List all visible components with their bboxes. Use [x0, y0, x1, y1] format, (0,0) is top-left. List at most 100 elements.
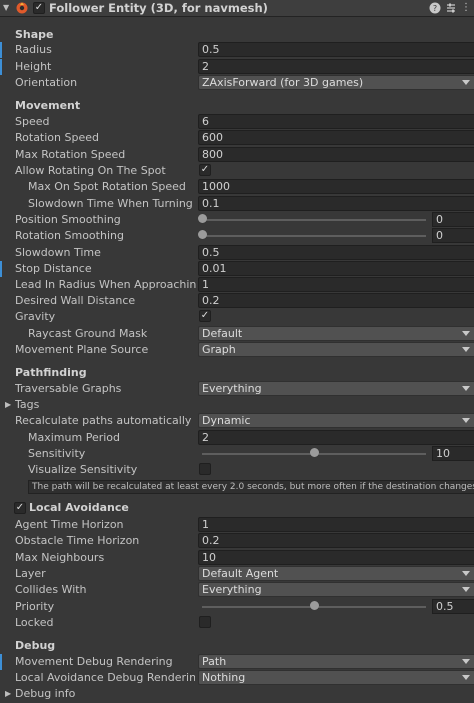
layer-label: Layer — [15, 567, 46, 580]
avoidance-enabled-checkbox[interactable]: ✓ — [14, 502, 26, 514]
rotation-smoothing-track[interactable] — [202, 235, 426, 237]
rotation-speed-field[interactable]: 600 — [198, 130, 474, 145]
layer-dropdown[interactable]: Default Agent — [198, 566, 474, 581]
fold-down-icon[interactable]: ▼ — [3, 3, 9, 12]
position-smoothing-track[interactable] — [202, 219, 426, 221]
position-smoothing-thumb[interactable] — [198, 214, 207, 223]
chevron-down-icon — [462, 587, 470, 592]
row-tags[interactable]: ▶ Tags — [0, 397, 474, 413]
max-rotation-speed-field[interactable]: 800 — [198, 147, 474, 162]
chevron-down-icon — [462, 675, 470, 680]
priority-field[interactable]: 0.5 — [432, 599, 474, 614]
row-stop-distance: Stop Distance 0.01 — [0, 261, 474, 277]
max-period-field[interactable]: 2 — [198, 430, 474, 445]
row-priority: Priority 0.5 — [0, 599, 474, 615]
row-layer: Layer Default Agent — [0, 566, 474, 582]
slowdown-turning-label: Slowdown Time When Turning On Sp — [28, 197, 196, 210]
sensitivity-field[interactable]: 10 — [432, 446, 474, 461]
chevron-down-icon — [462, 571, 470, 576]
speed-label: Speed — [15, 115, 50, 128]
lead-in-field[interactable]: 1 — [198, 277, 474, 292]
component-header[interactable]: ▼ ✓ Follower Entity (3D, for navmesh) ? … — [0, 0, 474, 17]
override-marker — [0, 654, 2, 670]
section-movement: Movement — [15, 99, 81, 112]
debug-info-label[interactable]: Debug info — [15, 687, 195, 700]
help-icon[interactable]: ? — [429, 2, 441, 14]
obstacle-horizon-field[interactable]: 0.2 — [198, 533, 474, 548]
preset-icon[interactable] — [445, 2, 457, 14]
desired-wall-field[interactable]: 0.2 — [198, 293, 474, 308]
recalc-dropdown[interactable]: Dynamic — [198, 413, 474, 428]
sensitivity-thumb[interactable] — [310, 448, 319, 457]
row-radius: Radius 0.5 — [0, 42, 474, 58]
priority-label: Priority — [15, 600, 55, 613]
row-raycast-mask: Raycast Ground Mask Default — [0, 326, 474, 342]
movement-render-dropdown[interactable]: Path — [198, 654, 474, 669]
slowdown-turning-field[interactable]: 0.1 — [198, 196, 474, 211]
raycast-mask-dropdown[interactable]: Default — [198, 326, 474, 341]
allow-rotating-checkbox[interactable]: ✓ — [199, 164, 211, 176]
rotation-speed-label: Rotation Speed — [15, 131, 99, 144]
visualize-label: Visualize Sensitivity — [28, 463, 138, 476]
more-icon[interactable]: ⋮ — [460, 2, 472, 14]
lead-in-label: Lead In Radius When Approaching Dest — [15, 278, 197, 291]
row-visualize: Visualize Sensitivity — [0, 462, 474, 478]
raycast-mask-label: Raycast Ground Mask — [28, 327, 148, 340]
visualize-checkbox[interactable] — [199, 463, 211, 475]
row-recalc: Recalculate paths automatically Dynamic — [0, 413, 474, 429]
orientation-dropdown[interactable]: ZAxisForward (for 3D games) — [198, 75, 474, 90]
section-local-avoidance: Local Avoidance — [29, 501, 129, 514]
row-slowdown-time: Slowdown Time 0.5 — [0, 245, 474, 261]
chevron-down-icon — [462, 347, 470, 352]
gravity-checkbox[interactable]: ✓ — [199, 310, 211, 322]
time-horizon-field[interactable]: 1 — [198, 517, 474, 532]
row-collides: Collides With Everything — [0, 582, 474, 598]
row-speed: Speed 6 — [0, 114, 474, 130]
row-rotation-speed: Rotation Speed 600 — [0, 130, 474, 146]
chevron-right-icon[interactable]: ▶ — [5, 400, 11, 409]
component-title: Follower Entity (3D, for navmesh) — [49, 1, 268, 15]
slowdown-time-field[interactable]: 0.5 — [198, 245, 474, 260]
radius-field[interactable]: 0.5 — [198, 42, 474, 57]
chevron-down-icon — [462, 386, 470, 391]
raycast-mask-value: Default — [202, 327, 243, 340]
max-period-label: Maximum Period — [28, 431, 120, 444]
collides-dropdown[interactable]: Everything — [198, 582, 474, 597]
gravity-label: Gravity — [15, 310, 56, 323]
time-horizon-label: Agent Time Horizon — [15, 518, 124, 531]
movement-plane-dropdown[interactable]: Graph — [198, 342, 474, 357]
speed-field[interactable]: 6 — [198, 114, 474, 129]
row-movement-render: Movement Debug Rendering Path — [0, 654, 474, 670]
stop-distance-field[interactable]: 0.01 — [198, 261, 474, 276]
max-on-spot-field[interactable]: 1000 — [198, 179, 474, 194]
help-box: The path will be recalculated at least e… — [28, 480, 474, 494]
section-shape: Shape — [15, 28, 54, 41]
priority-thumb[interactable] — [310, 601, 319, 610]
rotation-smoothing-field[interactable]: 0 — [432, 228, 474, 243]
movement-plane-label: Movement Plane Source — [15, 343, 149, 356]
collides-label: Collides With — [15, 583, 87, 596]
movement-plane-value: Graph — [202, 343, 236, 356]
traversable-dropdown[interactable]: Everything — [198, 381, 474, 396]
svg-text:?: ? — [433, 4, 437, 13]
row-avoidance-header: ✓ Local Avoidance — [0, 501, 474, 517]
row-movement-plane: Movement Plane Source Graph — [0, 342, 474, 358]
tags-label[interactable]: Tags — [15, 398, 195, 411]
radius-label: Radius — [15, 43, 52, 56]
row-locked: Locked — [0, 615, 474, 631]
collides-value: Everything — [202, 583, 262, 596]
chevron-right-icon[interactable]: ▶ — [5, 689, 11, 698]
avoidance-render-value: Nothing — [202, 671, 246, 684]
max-neighbours-field[interactable]: 10 — [198, 550, 474, 565]
locked-checkbox[interactable] — [199, 616, 211, 628]
position-smoothing-field[interactable]: 0 — [432, 212, 474, 227]
row-sensitivity: Sensitivity 10 — [0, 446, 474, 462]
height-field[interactable]: 2 — [198, 59, 474, 74]
avoidance-render-dropdown[interactable]: Nothing — [198, 670, 474, 685]
movement-render-label: Movement Debug Rendering — [15, 655, 173, 668]
rotation-smoothing-thumb[interactable] — [198, 230, 207, 239]
row-rotation-smoothing: Rotation Smoothing 0 — [0, 228, 474, 244]
allow-rotating-label: Allow Rotating On The Spot — [15, 164, 166, 177]
component-enabled-checkbox[interactable]: ✓ — [33, 2, 45, 14]
row-debug-info[interactable]: ▶ Debug info — [0, 686, 474, 702]
